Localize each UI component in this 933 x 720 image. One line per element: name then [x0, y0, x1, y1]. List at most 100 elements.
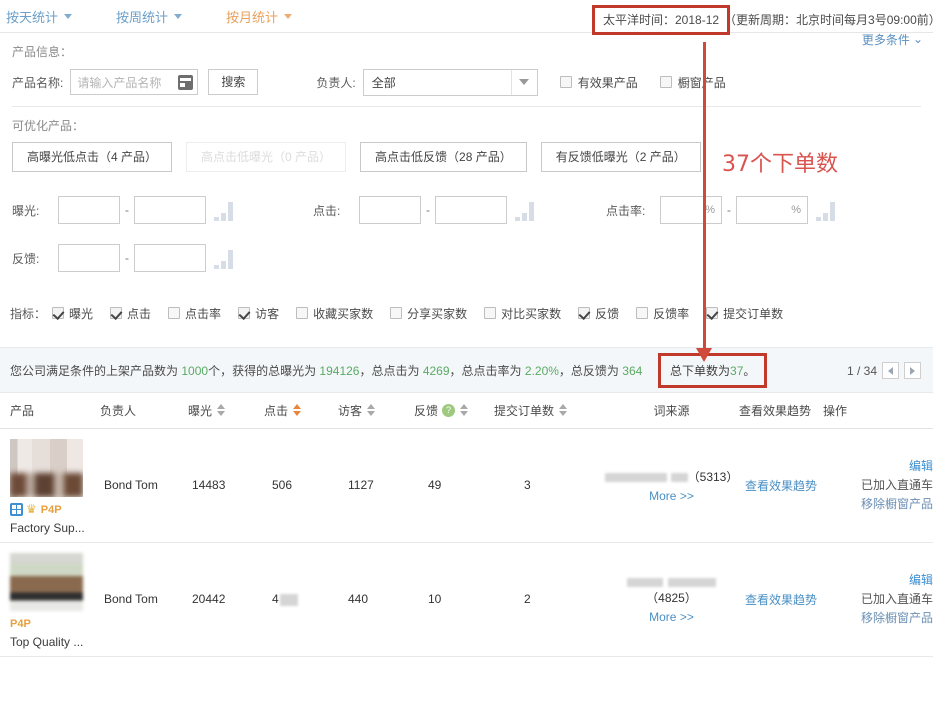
metric-feedback-rate-checkbox[interactable]: [636, 307, 649, 319]
cell-impressions: 20442: [188, 542, 264, 657]
cell-trend: 查看效果趋势: [739, 428, 823, 543]
product-thumbnail[interactable]: [10, 438, 83, 497]
col-clicks[interactable]: 点击: [264, 393, 338, 429]
cell-clicks: 4: [264, 542, 338, 657]
optimizable-products-label: 可优化产品：: [12, 119, 85, 133]
col-feedback[interactable]: 反馈?: [414, 393, 494, 429]
owner-select[interactable]: 全部: [362, 68, 538, 96]
remove-showcase-link[interactable]: 移除橱窗产品: [823, 609, 933, 628]
opt-button-high-click-low-feedback[interactable]: 高点击低反馈（28 产品）: [360, 142, 527, 172]
showcase-product-checkbox[interactable]: [659, 76, 672, 88]
tab-daily[interactable]: 按天统计: [6, 7, 73, 26]
metric-orders[interactable]: 提交订单数: [706, 305, 783, 322]
range-clicks-to[interactable]: [435, 196, 507, 224]
histogram-icon[interactable]: [214, 247, 233, 269]
metric-ctr-checkbox[interactable]: [168, 307, 181, 319]
metric-share-buyers-checkbox[interactable]: [390, 307, 403, 319]
view-trend-link[interactable]: 查看效果趋势: [745, 479, 817, 493]
view-trend-link[interactable]: 查看效果趋势: [745, 593, 817, 607]
search-button[interactable]: 搜索: [208, 69, 259, 95]
product-thumbnail[interactable]: [10, 552, 83, 611]
metric-compare-buyers-checkbox[interactable]: [484, 307, 497, 319]
effective-product-checkbox[interactable]: [559, 76, 572, 88]
metric-compare-buyers[interactable]: 对比买家数: [484, 305, 561, 322]
metric-orders-checkbox[interactable]: [706, 307, 719, 319]
metric-favorite-buyers-label: 收藏买家数: [313, 306, 374, 321]
keyboard-icon[interactable]: [178, 75, 194, 90]
opt-button-high-impression-low-click[interactable]: 高曝光低点击（4 产品）: [12, 142, 173, 172]
filter-row-product: 产品名称: 请输入产品名称 搜索 负责人: 全部 有效果产品 橱窗产品: [12, 68, 921, 96]
range-feedback: 反馈: -: [12, 244, 233, 272]
metric-visitors-checkbox[interactable]: [238, 307, 251, 319]
sort-icon[interactable]: [460, 404, 469, 417]
table-header-row: 产品 负责人 曝光 点击 访客 反馈? 提交订单数 词来源 查看效果趋势 操作: [0, 393, 933, 429]
remove-showcase-link[interactable]: 移除橱窗产品: [823, 495, 933, 514]
range-ctr: 点击率: % - %: [606, 196, 835, 224]
showcase-product-checkbox-wrap[interactable]: 橱窗产品: [659, 74, 726, 91]
metric-clicks[interactable]: 点击: [110, 305, 151, 322]
range-ctr-to[interactable]: %: [736, 196, 808, 224]
metric-impressions[interactable]: 曝光: [52, 305, 93, 322]
metric-impressions-checkbox[interactable]: [52, 307, 65, 319]
help-icon[interactable]: ?: [442, 403, 456, 417]
sort-icon[interactable]: [367, 404, 376, 417]
product-name-placeholder: 请输入产品名称: [77, 75, 162, 90]
range-impressions-to[interactable]: [134, 196, 206, 224]
metric-feedback[interactable]: 反馈: [578, 305, 619, 322]
sort-icon[interactable]: [217, 404, 226, 417]
tab-weekly[interactable]: 按周统计: [116, 7, 183, 26]
range-feedback-to[interactable]: [134, 244, 206, 272]
metric-feedback-checkbox[interactable]: [578, 307, 591, 319]
range-ctr-from[interactable]: %: [660, 196, 722, 224]
metric-share-buyers[interactable]: 分享买家数: [390, 305, 467, 322]
col-visitors[interactable]: 访客: [338, 393, 414, 429]
histogram-icon[interactable]: [214, 199, 233, 221]
histogram-icon[interactable]: [816, 199, 835, 221]
col-orders[interactable]: 提交订单数: [494, 393, 604, 429]
col-clicks-label: 点击: [264, 403, 289, 418]
sort-icon[interactable]: [293, 404, 302, 417]
cell-product: P4P Top Quality ...: [0, 542, 100, 657]
summary-prefix: 您公司满足条件的上架产品数为: [10, 363, 179, 378]
col-impressions[interactable]: 曝光: [188, 393, 264, 429]
range-separator: -: [125, 251, 129, 265]
range-clicks-from[interactable]: [359, 196, 421, 224]
prev-page-button[interactable]: [882, 362, 899, 379]
product-name[interactable]: Top Quality ...: [10, 635, 100, 649]
opt-button-feedback-low-impression[interactable]: 有反馈低曝光（2 产品）: [540, 142, 701, 172]
summary-text: 您公司满足条件的上架产品数为 1000个，获得的总曝光为 194126，总点击为…: [10, 362, 642, 379]
opt-button-high-click-low-impression[interactable]: 高点击低曝光（0 产品）: [186, 142, 347, 172]
col-operation: 操作: [823, 393, 933, 429]
product-name[interactable]: Factory Sup...: [10, 521, 100, 535]
product-name-input[interactable]: 请输入产品名称: [70, 69, 199, 95]
chevron-down-icon[interactable]: [510, 69, 537, 95]
metric-clicks-checkbox[interactable]: [110, 307, 123, 319]
more-conditions-link[interactable]: 更多条件 ⌄: [862, 31, 923, 48]
effective-product-checkbox-wrap[interactable]: 有效果产品: [559, 74, 638, 91]
cell-clicks-value: 4: [272, 592, 279, 606]
metric-visitors[interactable]: 访客: [238, 305, 279, 322]
next-page-button[interactable]: [904, 362, 921, 379]
cell-operation: 编辑 已加入直通车 移除橱窗产品: [823, 428, 933, 543]
metric-favorite-buyers-checkbox[interactable]: [296, 307, 309, 319]
metric-impressions-label: 曝光: [69, 306, 94, 321]
col-product-label: 产品: [10, 403, 35, 418]
edit-link[interactable]: 编辑: [823, 571, 933, 590]
table-row[interactable]: ♛ P4P Factory Sup... Bond Tom 14483 506 1…: [0, 428, 933, 543]
edit-link[interactable]: 编辑: [823, 457, 933, 476]
tab-weekly-label: 按周统计: [116, 9, 169, 25]
metric-favorite-buyers[interactable]: 收藏买家数: [296, 305, 373, 322]
range-impressions-from[interactable]: [58, 196, 120, 224]
more-keywords-link[interactable]: More >>: [604, 610, 739, 624]
metric-feedback-label: 反馈: [595, 306, 620, 321]
metrics-row: 指标： 曝光 点击 点击率 访客 收藏买家数 分享买家数 对比买家数 反馈 反馈…: [0, 298, 933, 328]
metric-feedback-rate[interactable]: 反馈率: [636, 305, 689, 322]
range-feedback-from[interactable]: [58, 244, 120, 272]
table-row[interactable]: P4P Top Quality ... Bond Tom 20442 4 440…: [0, 542, 933, 657]
histogram-icon[interactable]: [515, 199, 534, 221]
metric-ctr[interactable]: 点击率: [168, 305, 221, 322]
range-clicks: 点击: -: [313, 196, 534, 224]
sort-icon[interactable]: [559, 404, 568, 417]
tab-monthly[interactable]: 按月统计: [226, 7, 293, 26]
more-keywords-link[interactable]: More >>: [604, 489, 739, 503]
